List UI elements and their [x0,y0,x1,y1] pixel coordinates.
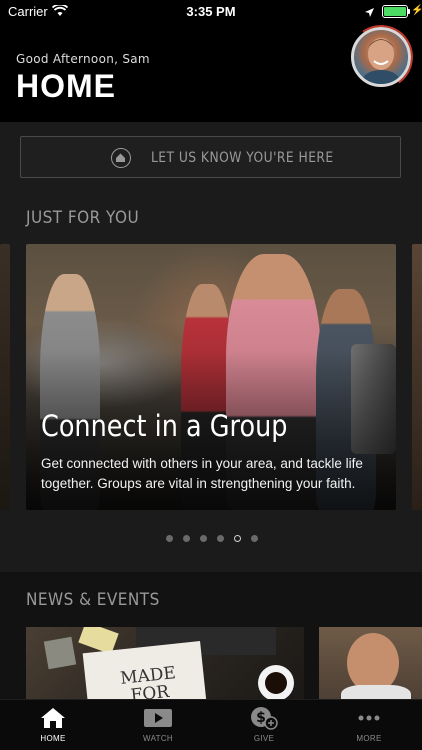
checkin-label: LET US KNOW YOU'RE HERE [151,150,334,166]
home-icon [111,148,131,168]
news-card-paper-text: MADE FOR [119,663,177,699]
status-time: 3:35 PM [186,4,236,19]
tab-more[interactable]: MORE [329,700,409,750]
carousel-card-featured[interactable]: Connect in a Group Get connected with ot… [26,244,396,510]
battery-cap [408,9,410,14]
card-description: Get connected with others in your area, … [41,456,363,491]
play-video-icon [118,706,198,730]
greeting-text: Good Afternoon, Sam [16,52,150,66]
tab-label: WATCH [143,734,173,743]
location-arrow-icon [364,5,375,23]
news-events-section: NEWS & EVENTS MADE FOR [0,572,422,699]
card-title: Connect in a Group [41,409,288,443]
section-title-news-events: NEWS & EVENTS [26,590,160,610]
carousel-card-prev[interactable] [0,244,10,510]
carousel-dot[interactable] [217,535,224,542]
photo-shirt [341,685,411,699]
battery-icon [382,5,408,18]
carousel-dot[interactable] [251,535,258,542]
checkin-button[interactable]: LET US KNOW YOU'RE HERE [20,136,401,178]
page-title: HOME [16,68,116,104]
tab-watch[interactable]: WATCH [118,700,198,750]
tab-home[interactable]: HOME [13,700,93,750]
tab-label: MORE [356,734,382,743]
main-content: LET US KNOW YOU'RE HERE JUST FOR YOU Con… [0,122,422,699]
tab-give[interactable]: $ GIVE [224,700,304,750]
news-card[interactable]: MADE FOR [26,627,304,699]
news-card[interactable] [319,627,422,699]
carousel-dot[interactable] [183,535,190,542]
carousel-card-next[interactable] [412,244,422,510]
give-dollar-icon: $ [224,706,304,730]
charging-bolt-icon: ⚡ [411,5,422,16]
carousel-dot[interactable] [200,535,207,542]
battery-level [384,7,406,16]
more-dots-icon [329,706,409,730]
photo-frame [43,636,77,670]
home-icon [13,706,93,730]
section-title-just-for-you: JUST FOR YOU [26,208,140,228]
carousel-dot[interactable] [234,535,241,542]
carousel-dot[interactable] [166,535,173,542]
tab-label: HOME [40,734,66,743]
tab-bar: HOME WATCH $ GIVE MORE [0,699,422,750]
photo-person [347,633,399,693]
photo-coffee-cup [258,665,294,699]
status-bar: Carrier 3:35 PM ⚡ [0,0,422,24]
tab-label: GIVE [253,734,275,743]
